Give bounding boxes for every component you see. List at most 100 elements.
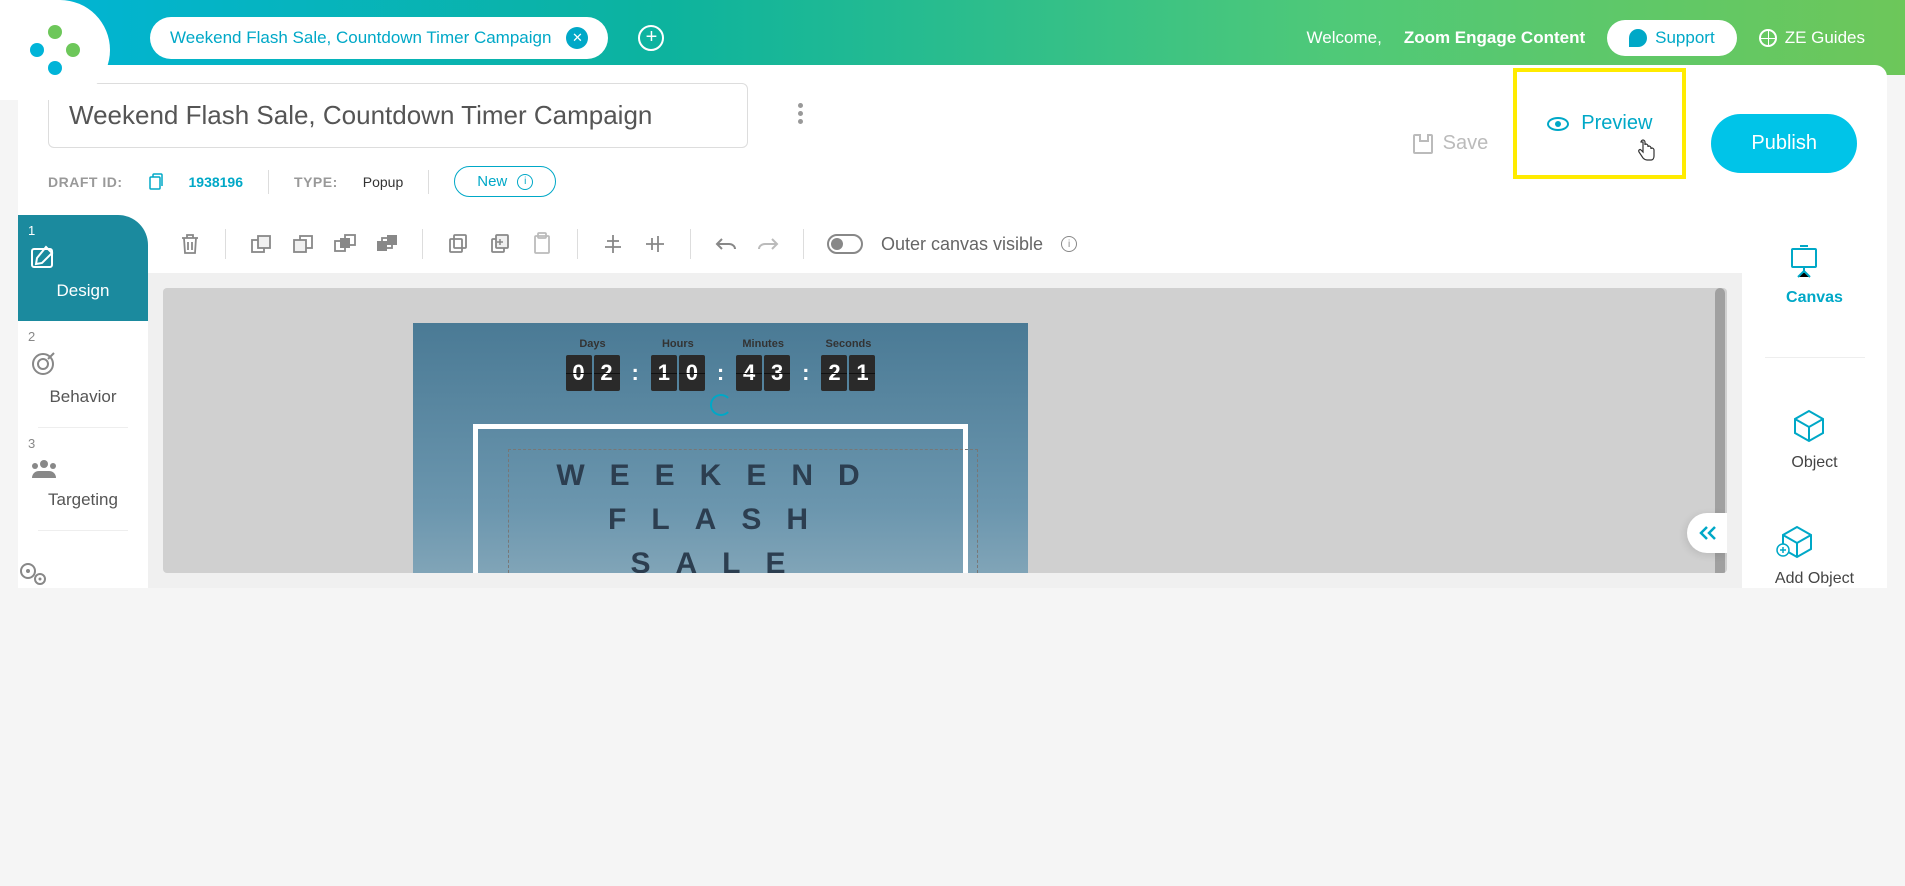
toolbar-separator [803, 229, 804, 259]
outer-canvas-label: Outer canvas visible [881, 234, 1043, 255]
draft-id-label: DRAFT ID: [48, 174, 123, 190]
campaign-title-input[interactable] [48, 83, 748, 148]
editor-toolbar: Outer canvas visible i [148, 215, 1742, 273]
digit: 4 [736, 355, 762, 391]
panel-divider [1765, 357, 1865, 358]
countdown-minutes: Minutes 43 [736, 338, 790, 391]
collapse-panel-button[interactable] [1687, 513, 1727, 553]
save-button[interactable]: Save [1413, 132, 1489, 155]
header-left: DRAFT ID: 1938196 TYPE: Popup New i [48, 83, 748, 197]
countdown-colon: : [632, 360, 639, 386]
duplicate-icon[interactable] [488, 232, 512, 256]
toolbar-separator [422, 229, 423, 259]
canvas-viewport[interactable]: Days 02 : Hours 10 : Minutes 43 : [163, 288, 1727, 573]
digit: 1 [651, 355, 677, 391]
new-button[interactable]: New i [454, 166, 556, 197]
countdown-colon: : [717, 360, 724, 386]
bring-forward-icon[interactable] [249, 232, 273, 256]
save-icon [1413, 134, 1433, 154]
preview-button[interactable]: Preview [1513, 68, 1686, 179]
digit: 2 [594, 355, 620, 391]
people-icon [28, 456, 138, 482]
popup-preview[interactable]: Days 02 : Hours 10 : Minutes 43 : [413, 323, 1028, 573]
cursor-hand-icon [1635, 139, 1657, 163]
align-middle-icon[interactable] [643, 232, 667, 256]
main-area: 1 Design 2 Behavior 3 Targeting [18, 215, 1887, 588]
more-menu-button[interactable] [798, 103, 803, 124]
align-center-icon[interactable] [601, 232, 625, 256]
digit: 0 [679, 355, 705, 391]
tab-behavior[interactable]: 2 Behavior [18, 321, 148, 427]
meta-divider-2 [428, 170, 429, 194]
tab-design[interactable]: 1 Design [18, 215, 148, 321]
countdown-colon: : [802, 360, 809, 386]
panel-label: Canvas [1786, 289, 1843, 307]
countdown-hours-label: Hours [651, 338, 705, 350]
countdown-days: Days 02 [566, 338, 620, 391]
new-label: New [477, 173, 507, 190]
save-label: Save [1443, 132, 1489, 155]
delete-icon[interactable] [178, 232, 202, 256]
publish-label: Publish [1751, 132, 1817, 154]
panel-add-object[interactable]: Add Object [1775, 522, 1854, 588]
left-sidebar: 1 Design 2 Behavior 3 Targeting [18, 215, 148, 588]
panel-object[interactable]: Object [1791, 408, 1837, 472]
info-icon: i [517, 174, 533, 190]
guides-link[interactable]: ZE Guides [1759, 28, 1865, 48]
selection-outline [508, 449, 978, 573]
canvas-area: Outer canvas visible i Days 02 : Hours 1… [148, 215, 1742, 588]
editor-header: DRAFT ID: 1938196 TYPE: Popup New i Save… [18, 65, 1887, 215]
chip-close-icon[interactable]: ✕ [566, 27, 588, 49]
tab-divider-2 [38, 530, 128, 531]
redo-icon[interactable] [756, 232, 780, 256]
countdown-minutes-label: Minutes [736, 338, 790, 350]
right-panel: Canvas Object Add Object [1742, 215, 1887, 588]
meta-row: DRAFT ID: 1938196 TYPE: Popup New i [48, 166, 748, 197]
info-icon[interactable]: i [1061, 236, 1077, 252]
paste-icon[interactable] [530, 232, 554, 256]
tab-label: Design [28, 281, 138, 301]
panel-canvas[interactable]: Canvas [1786, 245, 1843, 307]
tab-label: Behavior [28, 387, 138, 407]
copy-icon[interactable] [148, 173, 164, 191]
target-icon [28, 349, 138, 379]
cube-icon [1791, 408, 1837, 444]
send-backward-icon[interactable] [291, 232, 315, 256]
undo-icon[interactable] [714, 232, 738, 256]
rotate-handle-icon[interactable] [710, 394, 732, 416]
tab-label: Targeting [28, 490, 138, 510]
campaign-chip[interactable]: Weekend Flash Sale, Countdown Timer Camp… [150, 17, 608, 59]
countdown-hours: Hours 10 [651, 338, 705, 391]
preview-label: Preview [1581, 112, 1652, 135]
publish-button[interactable]: Publish [1711, 114, 1857, 173]
copy-icon[interactable] [446, 232, 470, 256]
popup-inner-frame[interactable]: WEEKEND FLASH SALE SHOP NOW [473, 424, 968, 573]
type-value: Popup [363, 174, 403, 190]
support-icon [1629, 29, 1647, 47]
add-campaign-button[interactable]: + [638, 25, 664, 51]
toolbar-separator [225, 229, 226, 259]
edit-icon [28, 243, 138, 273]
bring-front-icon[interactable] [333, 232, 357, 256]
tab-targeting[interactable]: 3 Targeting [18, 428, 148, 530]
toolbar-separator [577, 229, 578, 259]
top-bar: Weekend Flash Sale, Countdown Timer Camp… [0, 0, 1905, 75]
panel-label: Add Object [1775, 570, 1854, 588]
digit: 1 [849, 355, 875, 391]
top-right-group: Welcome, Zoom Engage Content Support ZE … [1307, 20, 1865, 56]
countdown-days-label: Days [566, 338, 620, 350]
digit: 2 [821, 355, 847, 391]
tab-number: 2 [28, 329, 35, 344]
outer-canvas-toggle[interactable] [827, 234, 863, 254]
settings-button[interactable] [18, 561, 148, 587]
welcome-text: Welcome, [1307, 28, 1382, 48]
meta-divider [268, 170, 269, 194]
send-back-icon[interactable] [375, 232, 399, 256]
cube-plus-icon [1775, 522, 1854, 560]
countdown-seconds-label: Seconds [821, 338, 875, 350]
countdown-seconds: Seconds 21 [821, 338, 875, 391]
digit: 0 [566, 355, 592, 391]
support-button[interactable]: Support [1607, 20, 1737, 56]
campaign-chip-label: Weekend Flash Sale, Countdown Timer Camp… [170, 28, 551, 48]
countdown-timer[interactable]: Days 02 : Hours 10 : Minutes 43 : [413, 338, 1028, 391]
